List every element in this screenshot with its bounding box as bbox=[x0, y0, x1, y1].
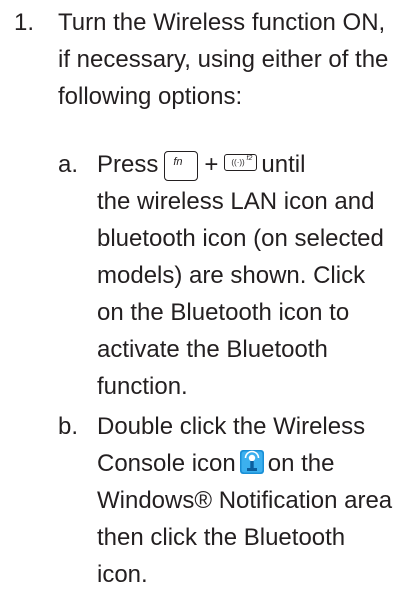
step-text: Turn the Wireless function ON, if necess… bbox=[58, 9, 389, 110]
option-a-text: Press fn + ((·)) f2 until the wireless LAN ic… bbox=[97, 146, 397, 405]
plus-sign: + bbox=[204, 151, 219, 178]
option-a-letter: a. bbox=[58, 151, 79, 178]
wireless-wave-icon: ((·)) bbox=[231, 158, 245, 168]
until-label: until bbox=[261, 151, 306, 178]
step-number: 1. bbox=[14, 9, 35, 36]
press-label: Press bbox=[97, 151, 159, 178]
option-a-first-line: Press fn + ((·)) f2 until bbox=[97, 146, 397, 183]
f2-key-label: f2 bbox=[246, 155, 253, 163]
wireless-console-icon bbox=[239, 450, 264, 474]
fn-key-icon: fn bbox=[164, 150, 199, 181]
f2-wireless-key-icon: ((·)) f2 bbox=[224, 154, 258, 172]
option-b-letter: b. bbox=[58, 413, 79, 440]
instruction-page: 1. Turn the Wireless function ON, if nec… bbox=[0, 0, 404, 588]
fn-key-label: fn bbox=[173, 155, 183, 168]
option-b-text: Double click the Wireless Console icon o… bbox=[97, 408, 397, 593]
option-a-rest: the wireless LAN icon and bluetooth icon… bbox=[97, 188, 384, 400]
